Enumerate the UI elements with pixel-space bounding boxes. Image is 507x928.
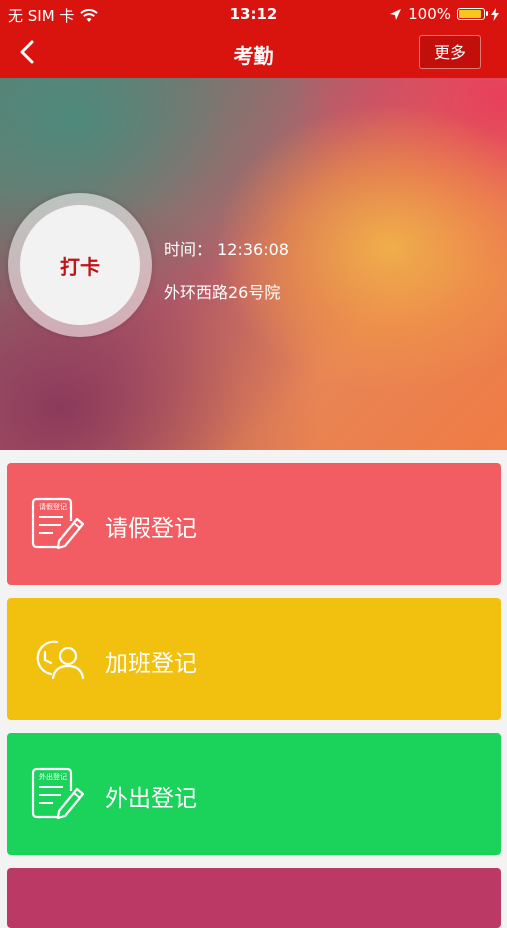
punch-ring: 打卡 bbox=[8, 193, 152, 337]
nav-bar: 考勤 更多 bbox=[0, 28, 507, 78]
menu-card-partial[interactable] bbox=[7, 868, 501, 928]
overtime-registration-label: 加班登记 bbox=[105, 651, 197, 677]
punch-address: 外环西路26号院 bbox=[164, 283, 281, 302]
status-bar: 无 SIM 卡 13:12 100% bbox=[0, 0, 507, 28]
out-registration-card[interactable]: 外出登记 外出登记 bbox=[7, 733, 501, 855]
leave-registration-label: 请假登记 bbox=[105, 516, 197, 542]
battery-percent: 100% bbox=[408, 5, 451, 23]
punch-button[interactable]: 打卡 bbox=[20, 205, 140, 325]
punch-time: 时间： 12:36:08 bbox=[164, 240, 289, 259]
out-registration-label: 外出登记 bbox=[105, 786, 197, 812]
out-form-icon: 外出登记 bbox=[31, 767, 85, 820]
overtime-registration-card[interactable]: 加班登记 bbox=[7, 598, 501, 720]
punch-hero: 打卡 时间： 12:36:08 外环西路26号院 bbox=[0, 78, 507, 450]
leave-registration-card[interactable]: 请假登记 请假登记 bbox=[7, 463, 501, 585]
status-right-group: 100% bbox=[389, 5, 499, 23]
battery-icon bbox=[457, 8, 488, 20]
charging-bolt-icon bbox=[491, 7, 499, 21]
leave-icon-caption: 请假登记 bbox=[39, 502, 67, 511]
more-button[interactable]: 更多 bbox=[419, 35, 481, 69]
leave-form-icon: 请假登记 bbox=[31, 497, 85, 550]
location-arrow-icon bbox=[390, 8, 402, 20]
out-icon-caption: 外出登记 bbox=[39, 772, 67, 781]
overtime-clock-person-icon bbox=[36, 640, 85, 680]
